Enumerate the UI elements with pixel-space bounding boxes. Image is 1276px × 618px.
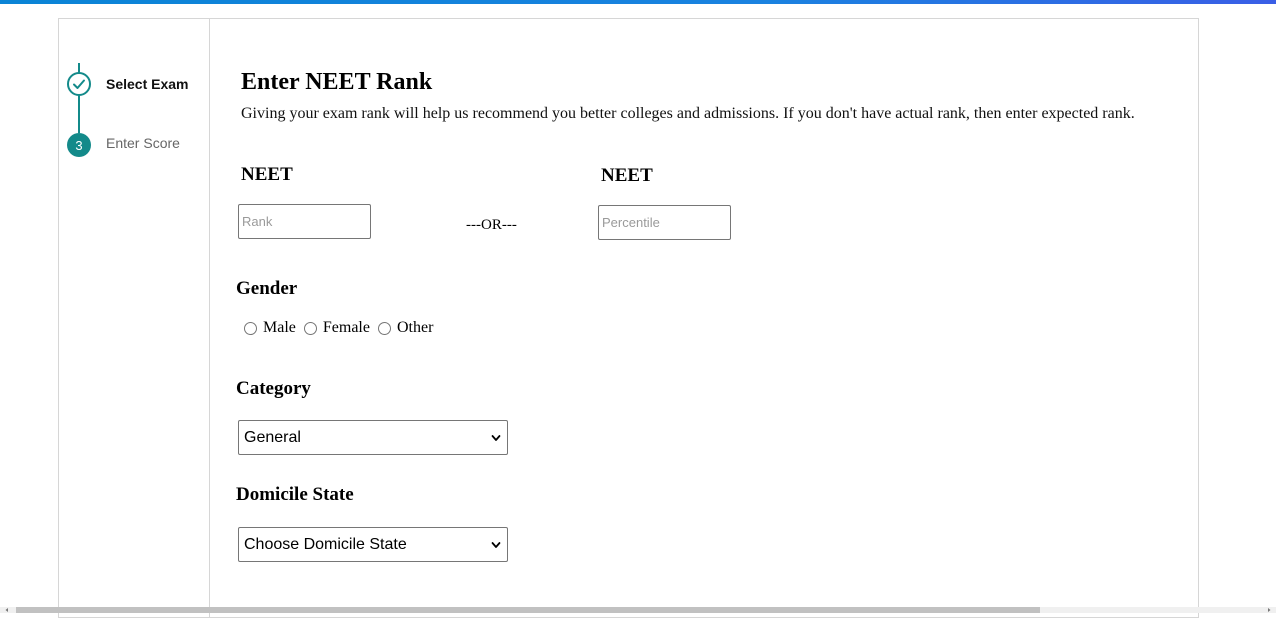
domicile-selected-value: Choose Domicile State (244, 535, 407, 553)
step-sidebar: Select Exam 3 Enter Score (59, 19, 210, 617)
rank-input[interactable] (238, 204, 371, 239)
domicile-state-select[interactable]: Choose Domicile State (238, 527, 508, 562)
scroll-right-arrow-icon[interactable] (1266, 607, 1272, 613)
neet-rank-label: NEET (241, 164, 293, 185)
gender-male-label[interactable]: Male (263, 319, 296, 337)
page-description: Giving your exam rank will help us recom… (241, 105, 1135, 122)
chevron-down-icon (491, 541, 501, 548)
main-form: Enter NEET Rank Giving your exam rank wi… (210, 19, 1198, 617)
step-done-check-icon[interactable] (67, 72, 91, 96)
step-select-exam[interactable]: Select Exam (106, 76, 189, 92)
chevron-down-icon (491, 434, 501, 441)
top-accent-bar (0, 0, 1276, 4)
gender-female-radio[interactable] (303, 321, 317, 335)
neet-percentile-label: NEET (601, 165, 653, 186)
category-selected-value: General (244, 428, 301, 446)
gender-male-radio[interactable] (244, 321, 257, 335)
domicile-state-label: Domicile State (236, 484, 354, 505)
gender-radio-group: Male Female Other (242, 319, 439, 337)
or-separator: ---OR--- (466, 217, 517, 233)
scroll-left-arrow-icon[interactable] (4, 607, 10, 613)
page-title: Enter NEET Rank (241, 69, 433, 95)
form-card: Select Exam 3 Enter Score Enter NEET Ran… (58, 18, 1199, 618)
horizontal-scrollbar-thumb[interactable] (16, 607, 1040, 613)
gender-other-radio[interactable] (377, 321, 391, 335)
gender-other-label[interactable]: Other (397, 319, 433, 337)
category-label: Category (236, 378, 311, 399)
step-enter-score[interactable]: Enter Score (106, 135, 180, 151)
check-icon (73, 79, 85, 89)
category-select[interactable]: General (238, 420, 508, 455)
horizontal-scrollbar[interactable] (0, 607, 1276, 613)
gender-label: Gender (236, 278, 298, 299)
gender-female-label[interactable]: Female (323, 319, 370, 337)
step-number-badge: 3 (67, 133, 91, 157)
percentile-input[interactable] (598, 205, 731, 240)
